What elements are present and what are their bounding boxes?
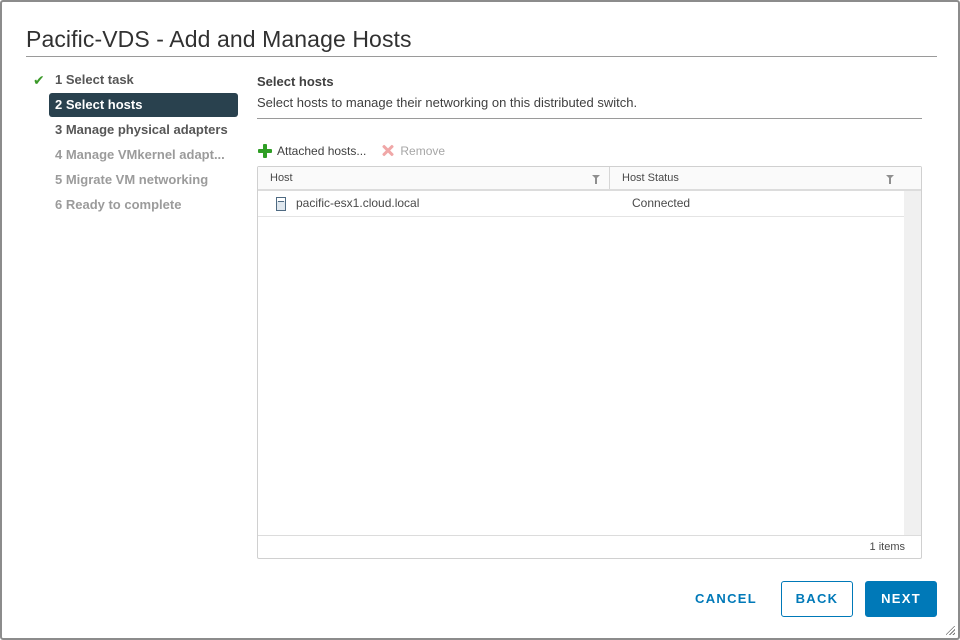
checkmark-icon: ✔ [33, 72, 45, 88]
step-select-task[interactable]: ✔ 1 Select task [26, 68, 240, 92]
cancel-button[interactable]: CANCEL [682, 581, 770, 617]
add-manage-hosts-dialog: Pacific-VDS - Add and Manage Hosts ✔ 1 S… [0, 0, 960, 640]
host-status-cell: Connected [632, 196, 691, 210]
step-label: 2 Select hosts [55, 97, 143, 112]
column-header-label: Host Status [622, 172, 679, 184]
filter-icon[interactable] [592, 175, 600, 184]
plus-icon [257, 143, 273, 159]
step-label: 5 Migrate VM networking [55, 172, 209, 187]
next-button[interactable]: NEXT [865, 581, 937, 617]
column-header-host-status[interactable]: Host Status [610, 167, 921, 189]
host-cell: pacific-esx1.cloud.local [276, 191, 419, 216]
wizard-steps: ✔ 1 Select task 2 Select hosts 3 Manage … [26, 68, 240, 218]
step-content: Select hosts Select hosts to manage thei… [257, 72, 922, 559]
filter-icon[interactable] [886, 175, 894, 184]
resize-handle-icon[interactable] [946, 626, 955, 635]
column-header-label: Host [270, 172, 293, 184]
grid-header: Host Host Status [258, 167, 921, 191]
attached-hosts-label: Attached hosts... [277, 144, 367, 158]
section-title: Select hosts [257, 74, 334, 89]
hosts-grid: Host Host Status pacific-esx1.cloud.loca… [257, 166, 922, 559]
attached-hosts-button[interactable]: Attached hosts... [257, 143, 366, 159]
dialog-title: Pacific-VDS - Add and Manage Hosts [26, 26, 412, 52]
back-button[interactable]: BACK [781, 581, 853, 617]
step-label: 3 Manage physical adapters [55, 122, 228, 137]
step-label: 6 Ready to complete [55, 197, 182, 212]
column-header-host[interactable]: Host [258, 167, 610, 189]
section-description: Select hosts to manage their networking … [257, 95, 638, 110]
step-manage-physical-adapters[interactable]: 3 Manage physical adapters [26, 118, 240, 142]
step-label: 1 Select task [55, 72, 134, 87]
table-row[interactable]: pacific-esx1.cloud.local Connected [258, 191, 904, 217]
host-icon [276, 196, 286, 211]
step-migrate-vm-networking: 5 Migrate VM networking [26, 168, 240, 192]
grid-footer-count: 1 items [258, 535, 921, 558]
grid-body: pacific-esx1.cloud.local Connected [258, 191, 921, 535]
remove-button[interactable]: Remove [380, 143, 445, 159]
step-select-hosts[interactable]: 2 Select hosts [49, 93, 238, 117]
vertical-scrollbar[interactable] [904, 191, 921, 535]
title-divider [26, 56, 937, 57]
grid-toolbar: Attached hosts... Remove [257, 140, 459, 162]
step-manage-vmkernel-adapters: 4 Manage VMkernel adapt... [26, 143, 240, 167]
remove-label: Remove [400, 144, 446, 158]
step-ready-to-complete: 6 Ready to complete [26, 193, 240, 217]
x-icon [380, 143, 396, 159]
section-divider [257, 118, 922, 119]
step-label: 4 Manage VMkernel adapt... [55, 147, 225, 162]
host-name: pacific-esx1.cloud.local [296, 196, 420, 210]
